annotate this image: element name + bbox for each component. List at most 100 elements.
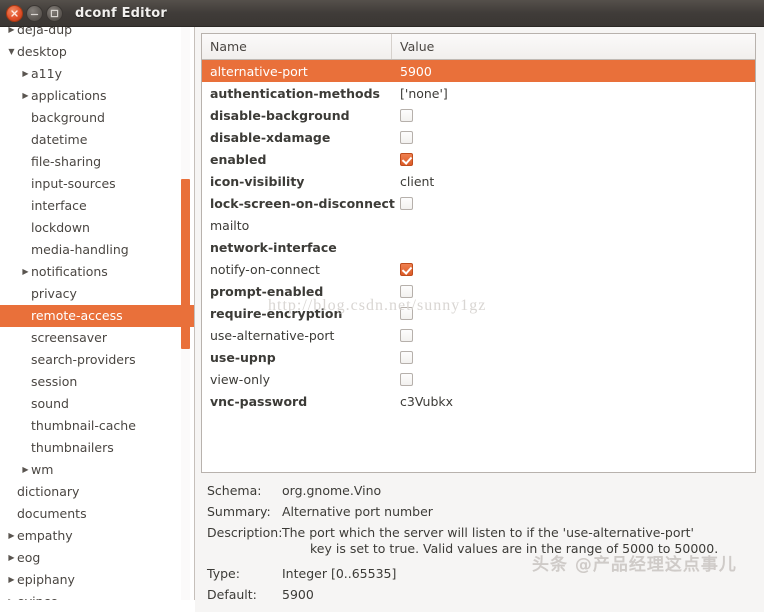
table-row[interactable]: vnc-password c3Vubkx xyxy=(202,390,755,412)
sidebar-item-eog[interactable]: ▶ eog xyxy=(0,547,194,569)
sidebar-item-deja-dup[interactable]: ▶ deja-dup xyxy=(0,27,194,41)
table-row[interactable]: disable-xdamage xyxy=(202,126,755,148)
table-row[interactable]: disable-background xyxy=(202,104,755,126)
key-value-cell[interactable] xyxy=(392,196,755,210)
key-value-cell[interactable] xyxy=(392,262,755,276)
maximize-button[interactable] xyxy=(46,4,63,22)
chevron-right-icon[interactable]: ▶ xyxy=(6,525,17,547)
key-value-cell[interactable]: ['none'] xyxy=(392,86,755,101)
sidebar-item-session[interactable]: session xyxy=(0,371,194,393)
sidebar-item-label: sound xyxy=(31,396,69,411)
chevron-right-icon[interactable]: ▶ xyxy=(20,261,31,283)
table-row[interactable]: use-upnp xyxy=(202,346,755,368)
sidebar-item-label: a11y xyxy=(31,66,62,81)
key-value-cell[interactable]: client xyxy=(392,174,755,189)
sidebar-item-privacy[interactable]: privacy xyxy=(0,283,194,305)
chevron-down-icon[interactable]: ▼ xyxy=(6,41,17,63)
sidebar-item-epiphany[interactable]: ▶ epiphany xyxy=(0,569,194,591)
sidebar-item-notifications[interactable]: ▶ notifications xyxy=(0,261,194,283)
close-icon xyxy=(11,9,18,17)
sidebar-item-input-sources[interactable]: input-sources xyxy=(0,173,194,195)
schema-tree-sidebar[interactable]: ▶ deja-dup ▼ desktop ▶ a11y ▶ applications backg… xyxy=(0,27,195,600)
table-row[interactable]: lock-screen-on-disconnect xyxy=(202,192,755,214)
key-value-cell[interactable]: c3Vubkx xyxy=(392,394,755,409)
key-list-body[interactable]: alternative-port 5900 authentication-metho… xyxy=(202,60,755,472)
sidebar-item-empathy[interactable]: ▶ empathy xyxy=(0,525,194,547)
checkbox-unchecked-icon[interactable] xyxy=(400,372,413,386)
sidebar-item-label: applications xyxy=(31,88,107,103)
sidebar-item-label: search-providers xyxy=(31,352,136,367)
table-row[interactable]: require-encryption xyxy=(202,302,755,324)
close-button[interactable] xyxy=(6,4,23,22)
sidebar-item-label: datetime xyxy=(31,132,88,147)
sidebar-item-evince[interactable]: ▶evince xyxy=(0,591,194,600)
minimize-icon xyxy=(30,13,39,15)
checkbox-unchecked-icon[interactable] xyxy=(400,350,413,364)
window-controls xyxy=(6,4,63,22)
chevron-right-icon[interactable]: ▶ xyxy=(6,547,17,569)
key-value-cell[interactable] xyxy=(392,284,755,298)
sidebar-item-label: epiphany xyxy=(17,572,75,587)
sidebar-item-wm[interactable]: ▶ wm xyxy=(0,459,194,481)
sidebar-item-file-sharing[interactable]: file-sharing xyxy=(0,151,194,173)
table-row[interactable]: alternative-port 5900 xyxy=(202,60,755,82)
key-value-cell[interactable]: 5900 xyxy=(392,64,755,79)
sidebar-item-sound[interactable]: sound xyxy=(0,393,194,415)
key-value-cell[interactable] xyxy=(392,306,755,320)
checkbox-unchecked-icon[interactable] xyxy=(400,306,413,320)
sidebar-item-lockdown[interactable]: lockdown xyxy=(0,217,194,239)
key-value-cell[interactable] xyxy=(392,372,755,386)
sidebar-item-a11y[interactable]: ▶ a11y xyxy=(0,63,194,85)
table-row[interactable]: view-only xyxy=(202,368,755,390)
checkbox-checked-icon[interactable] xyxy=(400,262,413,276)
chevron-right-icon[interactable]: ▶ xyxy=(20,459,31,481)
chevron-right-icon[interactable]: ▶ xyxy=(20,85,31,107)
sidebar-item-desktop[interactable]: ▼ desktop xyxy=(0,41,194,63)
table-row[interactable]: icon-visibility client xyxy=(202,170,755,192)
key-value-cell[interactable] xyxy=(392,152,755,166)
table-row[interactable]: notify-on-connect xyxy=(202,258,755,280)
table-row[interactable]: mailto xyxy=(202,214,755,236)
sidebar-item-search-providers[interactable]: search-providers xyxy=(0,349,194,371)
key-value-cell[interactable] xyxy=(392,108,755,122)
main-content: ▶ deja-dup ▼ desktop ▶ a11y ▶ applications backg… xyxy=(0,27,764,612)
sidebar-item-screensaver[interactable]: screensaver xyxy=(0,327,194,349)
column-header-value[interactable]: Value xyxy=(392,34,755,59)
sidebar-item-documents[interactable]: documents xyxy=(0,503,194,525)
sidebar-item-background[interactable]: background xyxy=(0,107,194,129)
chevron-right-icon[interactable]: ▶ xyxy=(6,591,17,600)
sidebar-item-dictionary[interactable]: dictionary xyxy=(0,481,194,503)
sidebar-item-media-handling[interactable]: media-handling xyxy=(0,239,194,261)
sidebar-item-label: wm xyxy=(31,462,54,477)
checkbox-checked-icon[interactable] xyxy=(400,152,413,166)
table-row[interactable]: use-alternative-port xyxy=(202,324,755,346)
chevron-right-icon[interactable]: ▶ xyxy=(6,27,17,41)
key-value-cell[interactable] xyxy=(392,130,755,144)
minimize-button[interactable] xyxy=(26,4,43,22)
sidebar-item-datetime[interactable]: datetime xyxy=(0,129,194,151)
checkbox-unchecked-icon[interactable] xyxy=(400,130,413,144)
table-row[interactable]: network-interface xyxy=(202,236,755,258)
checkbox-unchecked-icon[interactable] xyxy=(400,108,413,122)
table-row[interactable]: prompt-enabled xyxy=(202,280,755,302)
table-row[interactable]: authentication-methods ['none'] xyxy=(202,82,755,104)
column-header-name[interactable]: Name xyxy=(202,34,392,59)
sidebar-item-label: documents xyxy=(17,506,87,521)
key-value-cell[interactable] xyxy=(392,350,755,364)
sidebar-item-interface[interactable]: interface xyxy=(0,195,194,217)
sidebar-item-applications[interactable]: ▶ applications xyxy=(0,85,194,107)
checkbox-unchecked-icon[interactable] xyxy=(400,284,413,298)
sidebar-scrollbar-thumb[interactable] xyxy=(181,179,190,349)
sidebar-item-remote-access[interactable]: remote-access xyxy=(0,305,194,327)
table-row[interactable]: enabled xyxy=(202,148,755,170)
sidebar-item-thumbnail-cache[interactable]: thumbnail-cache xyxy=(0,415,194,437)
chevron-right-icon[interactable]: ▶ xyxy=(20,63,31,85)
detail-description-line1: The port which the server will listen to… xyxy=(282,525,694,540)
key-value-cell[interactable] xyxy=(392,328,755,342)
checkbox-unchecked-icon[interactable] xyxy=(400,196,413,210)
checkbox-unchecked-icon[interactable] xyxy=(400,328,413,342)
key-name-cell: network-interface xyxy=(210,239,337,255)
chevron-right-icon[interactable]: ▶ xyxy=(6,569,17,591)
sidebar-item-label: eog xyxy=(17,550,41,565)
sidebar-item-thumbnailers[interactable]: thumbnailers xyxy=(0,437,194,459)
